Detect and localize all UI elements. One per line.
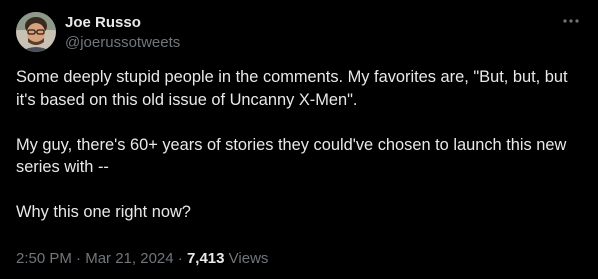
tweet-time: 2:50 PM <box>16 250 72 267</box>
tweet-timestamp-link[interactable]: 2:50 PM · Mar 21, 2024 <box>16 250 174 267</box>
author-display-name[interactable]: Joe Russo <box>65 13 180 32</box>
more-options-button[interactable] <box>560 10 582 32</box>
tweet-date: Mar 21, 2024 <box>85 250 174 267</box>
views-label: Views <box>224 250 269 267</box>
tweet-meta: 2:50 PM · Mar 21, 2024 · 7,413 Views <box>16 249 268 269</box>
tweet-text: Some deeply stupid people in the comment… <box>16 68 568 221</box>
person-avatar-icon <box>16 12 56 52</box>
tweet-card: Joe Russo @joerussotweets Some deeply st… <box>0 0 598 279</box>
author-info: Joe Russo @joerussotweets <box>65 13 180 53</box>
views-count: 7,413 <box>186 250 225 267</box>
meta-separator: · <box>173 250 187 267</box>
meta-separator: · <box>71 250 86 267</box>
author-avatar[interactable] <box>16 12 56 52</box>
more-horizontal-icon <box>563 19 579 23</box>
author-handle[interactable]: @joerussotweets <box>65 33 180 53</box>
